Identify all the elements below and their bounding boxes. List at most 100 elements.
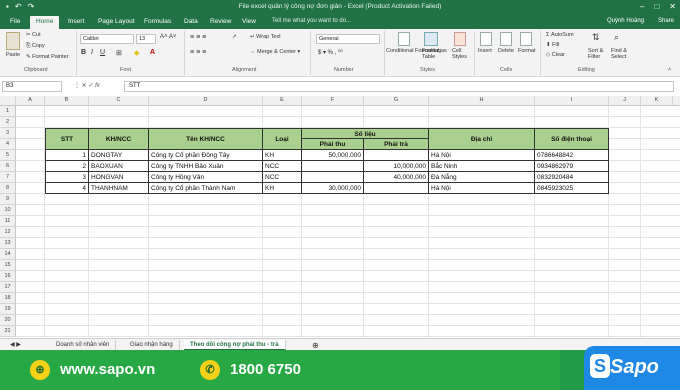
row-header-18[interactable]: 18 (0, 293, 16, 304)
font-color-icon[interactable]: A (150, 49, 155, 56)
cell-name[interactable]: Công ty Cổ phần Thành Nam (149, 183, 263, 194)
row-header-4[interactable]: 4 (0, 139, 16, 150)
header-solieu[interactable]: Số liệu (302, 128, 429, 139)
delete-cells-button[interactable]: Delete (498, 48, 514, 54)
cell-phone[interactable]: 0845923025 (535, 183, 609, 194)
sort-filter-button[interactable]: Sort & Filter (588, 48, 610, 60)
format-table-icon[interactable] (424, 32, 438, 46)
find-icon[interactable]: ⌕ (614, 32, 619, 43)
column-header-e[interactable]: E (263, 96, 302, 106)
column-header-g[interactable]: G (364, 96, 429, 106)
row-header-5[interactable]: 5 (0, 150, 16, 161)
bold-icon[interactable]: B (81, 49, 86, 56)
banner-phone[interactable]: 1800 6750 (230, 361, 301, 378)
paste-button[interactable]: Paste (6, 52, 20, 58)
insert-cells-icon[interactable] (480, 32, 492, 46)
clear-button[interactable]: ◇ Clear (546, 52, 565, 58)
cell-addr[interactable]: Hà Nội (429, 150, 535, 161)
row-header-11[interactable]: 11 (0, 216, 16, 227)
tab-data[interactable]: Data (178, 16, 204, 29)
cell-tra[interactable] (364, 150, 429, 161)
row-header-16[interactable]: 16 (0, 271, 16, 282)
collapse-ribbon-icon[interactable]: ˄ (668, 67, 671, 73)
row-header-6[interactable]: 6 (0, 161, 16, 172)
top-align-icons[interactable]: ≡≡≡ (190, 34, 208, 41)
cell-name[interactable]: Công ty Hồng Vân (149, 172, 263, 183)
cell-type[interactable]: NCC (263, 172, 302, 183)
cell-addr[interactable]: Bắc Ninh (429, 161, 535, 172)
column-header-d[interactable]: D (149, 96, 263, 106)
tab-file[interactable]: File (4, 16, 26, 29)
header-sdt[interactable]: Số điện thoại (535, 128, 609, 150)
column-header-a[interactable]: A (16, 96, 45, 106)
fx-icon[interactable]: ⋮ ✕ ✓ fx (74, 82, 100, 89)
copy-button[interactable]: ⎘ Copy (26, 43, 45, 50)
row-header-14[interactable]: 14 (0, 249, 16, 260)
cell-stt[interactable]: 3 (45, 172, 89, 183)
banner-website[interactable]: www.sapo.vn (60, 361, 155, 378)
row-header-15[interactable]: 15 (0, 260, 16, 271)
tab-page-layout[interactable]: Page Layout (92, 16, 141, 29)
row-header-9[interactable]: 9 (0, 194, 16, 205)
merge-center-button[interactable]: ⇔ Merge & Center ▾ (250, 49, 300, 55)
row-header-12[interactable]: 12 (0, 227, 16, 238)
column-header-i[interactable]: I (535, 96, 609, 106)
cell-type[interactable]: KH (263, 150, 302, 161)
name-box[interactable]: B3 (2, 81, 62, 92)
header-diachi[interactable]: Địa chỉ (429, 128, 535, 150)
cell-tra[interactable] (364, 183, 429, 194)
cell-type[interactable]: NCC (263, 161, 302, 172)
row-header-8[interactable]: 8 (0, 183, 16, 194)
orientation-icon[interactable]: ↗ (232, 34, 237, 40)
autosum-button[interactable]: Σ AutoSum (546, 32, 574, 38)
cell-phone[interactable]: 0934862979 (535, 161, 609, 172)
formula-input[interactable]: STT (124, 81, 674, 92)
row-header-1[interactable]: 1 (0, 106, 16, 117)
row-header-21[interactable]: 21 (0, 326, 16, 337)
tab-insert[interactable]: Insert (62, 16, 90, 29)
header-phaithu[interactable]: Phải thu (302, 139, 364, 150)
cell-addr[interactable]: Đà Nẵng (429, 172, 535, 183)
cell-code[interactable]: HONGVAN (89, 172, 149, 183)
row-header-13[interactable]: 13 (0, 238, 16, 249)
cell-name[interactable]: Công ty TNHH Bảo Xuân (149, 161, 263, 172)
conditional-formatting-icon[interactable] (398, 32, 410, 46)
cell-phone[interactable]: 0832920484 (535, 172, 609, 183)
cell-addr[interactable]: Hà Nội (429, 183, 535, 194)
column-header-k[interactable]: K (641, 96, 673, 106)
column-header-j[interactable]: J (609, 96, 641, 106)
fill-color-icon[interactable]: ◆ (134, 49, 139, 57)
row-header-7[interactable]: 7 (0, 172, 16, 183)
cell-type[interactable]: KH (263, 183, 302, 194)
grow-shrink-font-icon[interactable]: A˄ A˅ (160, 34, 176, 40)
column-header-b[interactable]: B (45, 96, 89, 106)
format-cells-button[interactable]: Format (518, 48, 535, 54)
find-select-button[interactable]: Find & Select (611, 48, 633, 60)
format-painter-button[interactable]: ✎ Format Painter (26, 54, 69, 60)
cell-name[interactable]: Công ty Cổ phần Đông Tây (149, 150, 263, 161)
cell-styles-button[interactable]: Cell Styles (452, 48, 474, 60)
cell-thu[interactable]: 30,000,000 (302, 183, 364, 194)
tab-review[interactable]: Review (204, 16, 237, 29)
tell-me-box[interactable]: Tell me what you want to do... (272, 18, 351, 24)
underline-icon[interactable]: U (100, 49, 105, 56)
horizontal-align-icons[interactable]: ≡≡≡ (190, 49, 208, 56)
header-phaitra[interactable]: Phải trả (364, 139, 429, 150)
close-icon[interactable]: ✕ (669, 2, 676, 11)
maximize-icon[interactable]: □ (654, 2, 659, 11)
cell-stt[interactable]: 1 (45, 150, 89, 161)
row-header-19[interactable]: 19 (0, 304, 16, 315)
tab-view[interactable]: View (236, 16, 262, 29)
worksheet-grid[interactable]: ABCDEFGHIJK 1 2 3 4 5 6 7 8 9 10 11 12 13 14 15 16 17 18 1… (0, 96, 680, 338)
row-header-2[interactable]: 2 (0, 117, 16, 128)
tab-home[interactable]: Home (30, 16, 60, 29)
delete-cells-icon[interactable] (500, 32, 512, 46)
cell-tra[interactable]: 40,000,000 (364, 172, 429, 183)
cell-code[interactable]: BAOXUAN (89, 161, 149, 172)
column-header-f[interactable]: F (302, 96, 364, 106)
font-size-select[interactable]: 13 (136, 34, 156, 44)
cell-stt[interactable]: 2 (45, 161, 89, 172)
select-all-corner[interactable] (0, 96, 16, 106)
cell-thu[interactable] (302, 161, 364, 172)
tab-formulas[interactable]: Formulas (138, 16, 177, 29)
